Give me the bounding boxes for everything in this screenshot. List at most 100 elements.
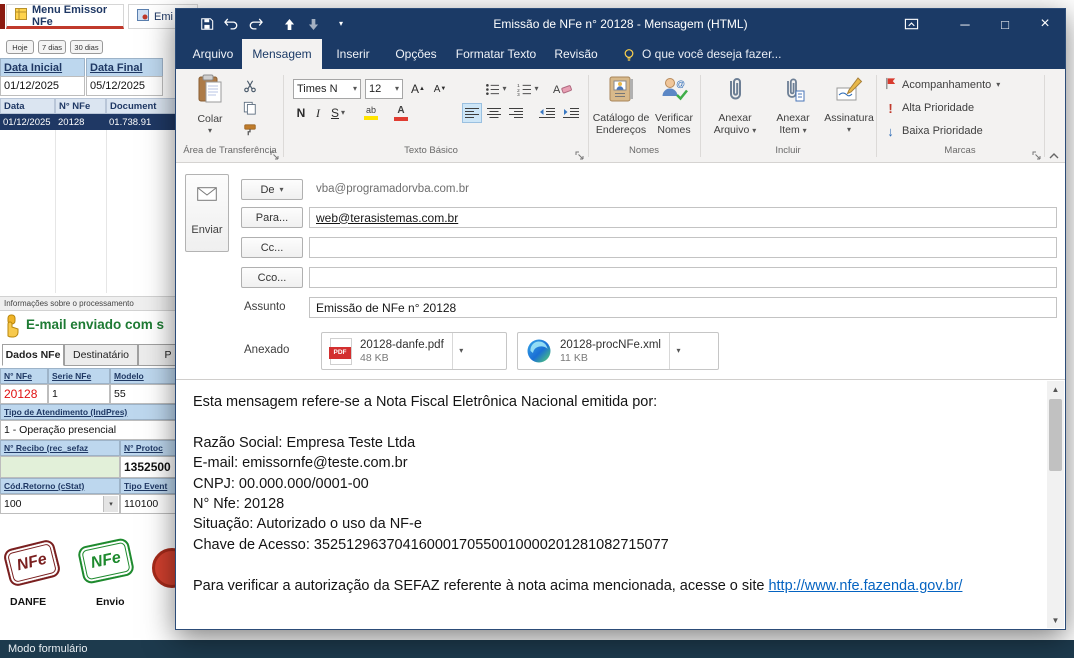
- dialog-launcher-icon[interactable]: [575, 147, 584, 165]
- cut-icon[interactable]: [240, 77, 260, 95]
- svg-text:A: A: [553, 84, 561, 96]
- font-name-combo[interactable]: Times N ▾: [293, 79, 361, 99]
- save-icon[interactable]: [198, 16, 216, 32]
- data-final-field[interactable]: 05/12/2025: [86, 76, 163, 96]
- shrink-font-icon[interactable]: A ▼: [430, 79, 450, 99]
- assinatura-button[interactable]: Assinatura ▾: [824, 74, 874, 134]
- filter-hoje-button[interactable]: Hoje: [6, 40, 34, 54]
- attachment-dropdown-icon[interactable]: ▾: [451, 333, 470, 369]
- alta-prioridade-button[interactable]: ! Alta Prioridade: [884, 98, 974, 118]
- previous-item-icon[interactable]: [280, 16, 298, 32]
- tellme-box[interactable]: O que você deseja fazer...: [638, 39, 808, 69]
- minimize-button[interactable]: ─: [945, 9, 985, 39]
- grow-font-icon[interactable]: A ▲: [408, 79, 428, 99]
- scroll-thumb[interactable]: [1049, 399, 1062, 471]
- font-color-icon[interactable]: A: [388, 103, 414, 123]
- anexar-arquivo-button[interactable]: Anexar Arquivo ▾: [708, 74, 762, 136]
- row-data: 01/12/2025: [0, 114, 55, 130]
- colar-button[interactable]: Colar ▾: [188, 74, 232, 135]
- paperclip-item-icon: [781, 74, 805, 109]
- ribbon-display-options-icon[interactable]: [902, 16, 920, 32]
- data-final-header: Data Final: [86, 58, 163, 77]
- attachment-name: 20128-danfe.pdf: [360, 338, 444, 351]
- filter-7dias-button[interactable]: 7 dias: [38, 40, 66, 54]
- close-button[interactable]: ×: [1025, 9, 1065, 39]
- bullets-icon[interactable]: ▾: [482, 79, 510, 99]
- attachment-dropdown-icon[interactable]: ▾: [668, 333, 687, 369]
- para-field[interactable]: web@terasistemas.com.br: [309, 207, 1057, 228]
- dialog-launcher-icon[interactable]: [1032, 147, 1041, 165]
- sefaz-link[interactable]: http://www.nfe.fazenda.gov.br/: [768, 578, 962, 594]
- cc-button[interactable]: Cc...: [241, 237, 303, 258]
- tab-revisao[interactable]: Revisão: [544, 39, 608, 69]
- tab-inserir[interactable]: Inserir: [322, 39, 384, 69]
- title-bar: ▾ Emissão de NFe n° 20128 - Mensagem (HT…: [176, 9, 1065, 39]
- underline-button[interactable]: S ▾: [327, 103, 349, 123]
- sent-hand-icon: [2, 314, 22, 343]
- decrease-indent-icon[interactable]: [536, 103, 558, 123]
- align-left-icon[interactable]: [462, 103, 482, 123]
- combo-dropdown-icon[interactable]: ▾: [103, 496, 118, 512]
- assunto-field[interactable]: Emissão de NFe n° 20128: [309, 297, 1057, 318]
- de-button[interactable]: De ▾: [241, 179, 303, 200]
- dialog-launcher-icon[interactable]: [270, 147, 279, 165]
- verificar-nomes-button[interactable]: @ Verificar Nomes: [650, 74, 698, 136]
- redo-icon[interactable]: [246, 16, 264, 32]
- cc-field[interactable]: [309, 237, 1057, 258]
- tab-destinatario[interactable]: Destinatário: [64, 344, 138, 366]
- cco-field[interactable]: [309, 267, 1057, 288]
- copy-icon[interactable]: [240, 99, 260, 117]
- filter-30dias-button[interactable]: 30 dias: [70, 40, 103, 54]
- align-right-icon[interactable]: [506, 103, 526, 123]
- format-painter-icon[interactable]: [240, 121, 260, 139]
- font-size-combo[interactable]: 12 ▾: [365, 79, 403, 99]
- next-item-icon[interactable]: [304, 16, 322, 32]
- chevron-down-icon: ▾: [279, 184, 284, 194]
- message-body[interactable]: Esta mensagem refere-se a Nota Fiscal El…: [176, 379, 1065, 629]
- attachment-size: 11 KB: [560, 351, 588, 364]
- numbering-icon[interactable]: 1 2 3 ▾: [514, 79, 542, 99]
- increase-indent-icon[interactable]: [560, 103, 582, 123]
- danfe-stamp-icon[interactable]: NFe: [2, 538, 62, 588]
- enviar-button[interactable]: Enviar: [185, 174, 229, 252]
- italic-button[interactable]: I: [311, 103, 325, 123]
- attachment-xml-chip[interactable]: 20128-procNFe.xml 11 KB ▾: [517, 332, 719, 370]
- tipo-atendimento-value[interactable]: 1 - Operação presencial: [0, 420, 200, 440]
- clear-formatting-icon[interactable]: A: [550, 79, 574, 99]
- tab-opcoes[interactable]: Opções: [384, 39, 448, 69]
- customize-qat-icon[interactable]: ▾: [332, 16, 350, 32]
- tab-formatar-texto[interactable]: Formatar Texto: [448, 39, 544, 69]
- colar-label: Colar: [197, 113, 223, 125]
- nfe-numero-value[interactable]: 20128: [0, 384, 48, 404]
- para-recipient[interactable]: web@terasistemas.com.br: [316, 211, 458, 225]
- align-center-icon[interactable]: [484, 103, 504, 123]
- tab-dados-nfe[interactable]: Dados NFe: [2, 344, 64, 366]
- baixa-prioridade-button[interactable]: ↓ Baixa Prioridade: [884, 121, 982, 141]
- app-tab-menu-emissor[interactable]: Menu Emissor NFe: [6, 4, 124, 29]
- catalogo-label-1: Catálogo de: [592, 112, 650, 124]
- message-text[interactable]: Esta mensagem refere-se a Nota Fiscal El…: [193, 392, 1029, 596]
- acompanhamento-button[interactable]: Acompanhamento ▾: [884, 75, 1000, 95]
- cstat-combobox[interactable]: 100 ▾: [0, 494, 120, 514]
- body-scrollbar[interactable]: ▲ ▼: [1047, 381, 1064, 628]
- data-inicial-field[interactable]: 01/12/2025: [0, 76, 85, 96]
- collapse-ribbon-icon[interactable]: [1048, 147, 1060, 165]
- window-edge-stripe: [0, 4, 5, 29]
- para-button[interactable]: Para...: [241, 207, 303, 228]
- recibo-value[interactable]: [0, 456, 120, 478]
- bold-button[interactable]: N: [293, 103, 309, 123]
- highlight-color-icon[interactable]: ab: [358, 103, 384, 123]
- scroll-down-icon[interactable]: ▼: [1047, 612, 1064, 628]
- tab-arquivo[interactable]: Arquivo: [184, 39, 242, 69]
- tab-mensagem[interactable]: Mensagem: [242, 39, 322, 69]
- envio-stamp-icon[interactable]: NFe: [76, 537, 136, 585]
- cco-button[interactable]: Cco...: [241, 267, 303, 288]
- attachment-pdf-chip[interactable]: PDF 20128-danfe.pdf 48 KB ▾: [321, 332, 507, 370]
- anexar-item-button[interactable]: Anexar Item ▾: [766, 74, 820, 136]
- scroll-up-icon[interactable]: ▲: [1047, 381, 1064, 397]
- cstat-value: 100: [4, 498, 22, 510]
- undo-icon[interactable]: [222, 16, 240, 32]
- maximize-button[interactable]: □: [985, 9, 1025, 39]
- catalogo-enderecos-button[interactable]: Catálogo de Endereços: [592, 74, 650, 136]
- nfe-serie-value[interactable]: 1: [48, 384, 110, 404]
